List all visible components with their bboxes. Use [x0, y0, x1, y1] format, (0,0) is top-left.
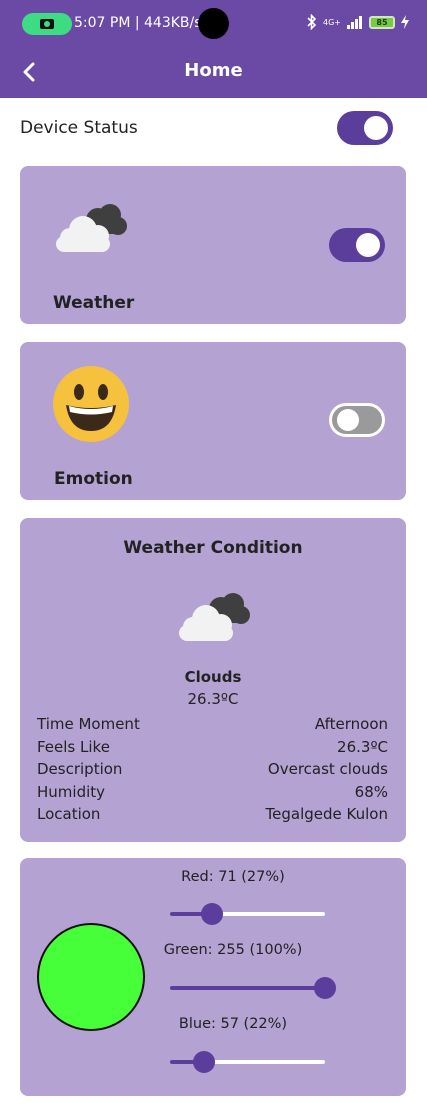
- blue-slider-thumb[interactable]: [193, 1051, 215, 1073]
- condition-name: Clouds: [184, 668, 242, 686]
- signal-icon: [347, 15, 362, 29]
- device-status-row: Device Status: [20, 111, 393, 145]
- camera-indicator: [22, 13, 72, 35]
- device-status-toggle[interactable]: [337, 111, 393, 145]
- toggle-knob: [364, 116, 388, 140]
- detail-row-location: Location Tegalgede Kulon: [37, 803, 388, 826]
- detail-label: Location: [37, 805, 101, 823]
- green-slider-track[interactable]: [170, 977, 336, 999]
- weather-condition-card: Weather Condition Clouds 26.3ºC Time Mom…: [20, 518, 406, 842]
- toggle-knob: [337, 409, 359, 431]
- red-slider-track[interactable]: [170, 903, 325, 925]
- detail-row-time-moment: Time Moment Afternoon: [37, 713, 388, 736]
- emotion-card[interactable]: Emotion: [20, 342, 406, 500]
- detail-value: 68%: [354, 782, 388, 801]
- detail-value: Overcast clouds: [267, 760, 388, 778]
- weather-card[interactable]: Weather: [20, 166, 406, 324]
- emotion-label: Emotion: [54, 469, 133, 489]
- weather-condition-title: Weather Condition: [123, 538, 303, 558]
- status-bar: 5:07 PM | 443KB/s 4G+ 85: [0, 0, 427, 48]
- charging-icon: [401, 15, 409, 29]
- battery-level: 85: [376, 17, 388, 27]
- detail-value: 26.3ºC: [337, 737, 388, 756]
- weather-toggle[interactable]: [329, 228, 385, 262]
- detail-row-feels-like: Feels Like 26.3ºC: [37, 736, 388, 759]
- camera-icon: [40, 19, 54, 29]
- detail-row-humidity: Humidity 68%: [37, 781, 388, 804]
- detail-label: Humidity: [37, 782, 106, 801]
- weather-details: Time Moment Afternoon Feels Like 26.3ºC De…: [37, 713, 388, 826]
- green-slider-label: Green: 255 (100%): [163, 942, 303, 958]
- detail-value: Tegalgede Kulon: [265, 805, 388, 823]
- detail-value: Afternoon: [314, 715, 388, 733]
- blue-slider-track[interactable]: [170, 1051, 325, 1073]
- detail-label: Feels Like: [37, 737, 110, 756]
- toggle-knob: [356, 233, 380, 257]
- status-time: 5:07 PM | 443KB/s: [74, 15, 202, 31]
- detail-row-description: Description Overcast clouds: [37, 758, 388, 781]
- device-status-label: Device Status: [20, 118, 138, 138]
- blue-slider-label: Blue: 57 (22%): [178, 1016, 288, 1032]
- red-slider-thumb[interactable]: [201, 903, 223, 925]
- bluetooth-icon: [307, 14, 317, 30]
- smiley-face-icon: [53, 366, 129, 442]
- status-icons: 4G+ 85: [307, 14, 409, 30]
- green-slider-thumb[interactable]: [314, 977, 336, 999]
- network-type: 4G+: [323, 17, 341, 27]
- color-preview-circle: [37, 923, 145, 1031]
- color-picker-card: Red: 71 (27%) Green: 255 (100%) Blue: 57…: [20, 858, 406, 1096]
- clouds-icon: [56, 204, 127, 252]
- app-bar: Home: [0, 48, 427, 98]
- page-title: Home: [184, 60, 243, 81]
- weather-label: Weather: [53, 293, 135, 313]
- clouds-icon: [179, 593, 250, 641]
- camera-cutout: [198, 8, 229, 39]
- battery-icon: 85: [369, 15, 395, 29]
- condition-temperature: 26.3ºC: [187, 690, 239, 708]
- red-slider-label: Red: 71 (27%): [181, 869, 285, 885]
- emotion-toggle[interactable]: [329, 403, 385, 437]
- detail-label: Description: [37, 760, 123, 778]
- detail-label: Time Moment: [37, 715, 140, 733]
